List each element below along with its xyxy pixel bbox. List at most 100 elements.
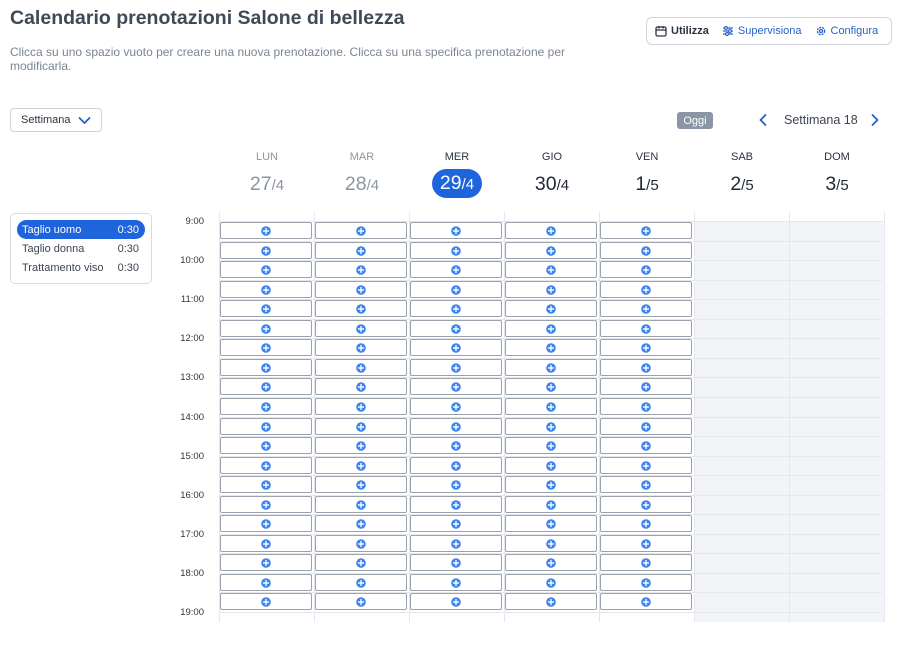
time-slot[interactable] [220,574,312,591]
time-slot[interactable] [315,359,407,376]
time-slot[interactable] [315,281,407,298]
time-slot[interactable] [315,418,407,435]
time-slot[interactable] [220,535,312,552]
time-slot[interactable] [505,320,597,337]
time-slot[interactable] [505,457,597,474]
time-slot[interactable] [600,476,692,493]
time-slot[interactable] [220,515,312,532]
time-slot[interactable] [600,535,692,552]
time-slot[interactable] [315,437,407,454]
time-slot[interactable] [505,222,597,239]
time-slot[interactable] [410,457,502,474]
time-slot[interactable] [315,320,407,337]
time-slot[interactable] [410,359,502,376]
time-slot[interactable] [315,261,407,278]
time-slot[interactable] [600,300,692,317]
time-slot[interactable] [600,457,692,474]
time-slot[interactable] [410,476,502,493]
time-slot[interactable] [600,320,692,337]
prev-week-button[interactable] [756,112,770,128]
time-slot[interactable] [600,281,692,298]
time-slot[interactable] [600,574,692,591]
time-slot[interactable] [505,437,597,454]
time-slot[interactable] [505,281,597,298]
time-slot[interactable] [600,593,692,610]
time-slot[interactable] [505,593,597,610]
time-slot[interactable] [315,496,407,513]
time-slot[interactable] [410,281,502,298]
time-slot[interactable] [220,320,312,337]
time-slot[interactable] [315,339,407,356]
time-slot[interactable] [220,418,312,435]
mode-supervise[interactable]: Supervisiona [722,25,802,37]
view-select[interactable]: Settimana [10,108,102,132]
time-slot[interactable] [410,437,502,454]
time-slot[interactable] [505,261,597,278]
time-slot[interactable] [315,300,407,317]
time-slot[interactable] [505,398,597,415]
time-slot[interactable] [315,457,407,474]
time-slot[interactable] [220,496,312,513]
time-slot[interactable] [315,593,407,610]
time-slot[interactable] [505,339,597,356]
time-slot[interactable] [220,476,312,493]
time-slot[interactable] [220,359,312,376]
time-slot[interactable] [600,222,692,239]
time-slot[interactable] [220,222,312,239]
time-slot[interactable] [220,554,312,571]
time-slot[interactable] [315,476,407,493]
time-slot[interactable] [505,496,597,513]
time-slot[interactable] [410,574,502,591]
time-slot[interactable] [410,300,502,317]
time-slot[interactable] [410,418,502,435]
service-item[interactable]: Trattamento viso 0:30 [17,258,145,277]
time-slot[interactable] [600,261,692,278]
time-slot[interactable] [220,242,312,259]
time-slot[interactable] [410,593,502,610]
time-slot[interactable] [315,378,407,395]
time-slot[interactable] [220,437,312,454]
time-slot[interactable] [505,378,597,395]
time-slot[interactable] [410,496,502,513]
time-slot[interactable] [315,554,407,571]
time-slot[interactable] [410,339,502,356]
time-slot[interactable] [220,339,312,356]
time-slot[interactable] [315,535,407,552]
time-slot[interactable] [505,515,597,532]
time-slot[interactable] [600,496,692,513]
time-slot[interactable] [220,457,312,474]
time-slot[interactable] [600,515,692,532]
time-slot[interactable] [220,261,312,278]
service-item[interactable]: Taglio uomo 0:30 [17,220,145,239]
mode-use[interactable]: Utilizza [655,25,709,37]
mode-configure[interactable]: Configura [815,25,878,37]
time-slot[interactable] [505,554,597,571]
today-button[interactable]: Oggi [677,112,713,129]
time-slot[interactable] [600,242,692,259]
time-slot[interactable] [600,359,692,376]
time-slot[interactable] [315,398,407,415]
time-slot[interactable] [315,574,407,591]
time-slot[interactable] [315,242,407,259]
time-slot[interactable] [410,222,502,239]
time-slot[interactable] [220,593,312,610]
time-slot[interactable] [505,359,597,376]
time-slot[interactable] [220,300,312,317]
time-slot[interactable] [410,554,502,571]
time-slot[interactable] [410,378,502,395]
time-slot[interactable] [505,535,597,552]
time-slot[interactable] [410,515,502,532]
next-week-button[interactable] [868,112,882,128]
time-slot[interactable] [600,418,692,435]
time-slot[interactable] [410,242,502,259]
time-slot[interactable] [505,418,597,435]
time-slot[interactable] [505,242,597,259]
time-slot[interactable] [600,554,692,571]
time-slot[interactable] [220,281,312,298]
time-slot[interactable] [600,378,692,395]
time-slot[interactable] [410,320,502,337]
time-slot[interactable] [410,261,502,278]
time-slot[interactable] [315,222,407,239]
time-slot[interactable] [600,437,692,454]
time-slot[interactable] [220,378,312,395]
